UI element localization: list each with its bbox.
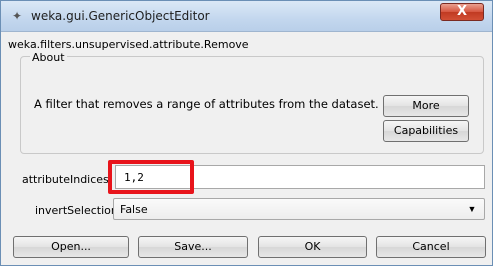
filter-class-name: weka.filters.unsupervised.attribute.Remo… xyxy=(8,38,249,51)
weka-bird-icon: ✦ xyxy=(11,9,23,23)
close-button[interactable]: X xyxy=(440,3,484,21)
chevron-down-icon: ▼ xyxy=(467,204,477,214)
cancel-button[interactable]: Cancel xyxy=(376,236,486,258)
capabilities-button[interactable]: Capabilities xyxy=(383,120,469,142)
title-bar[interactable]: ✦ weka.gui.GenericObjectEditor X xyxy=(1,1,492,32)
open-button[interactable]: Open... xyxy=(13,236,129,258)
ok-button[interactable]: OK xyxy=(258,236,367,258)
window-title: weka.gui.GenericObjectEditor xyxy=(31,9,210,23)
invert-selection-value: False xyxy=(120,203,148,216)
more-button[interactable]: More xyxy=(383,95,469,117)
invert-selection-label: invertSelection xyxy=(35,204,118,217)
about-description: A filter that removes a range of attribu… xyxy=(34,97,379,111)
close-icon: X xyxy=(456,4,468,19)
invert-selection-dropdown[interactable]: False ▼ xyxy=(113,198,485,220)
save-button[interactable]: Save... xyxy=(138,236,248,258)
attribute-indices-label: attributeIndices xyxy=(22,173,109,186)
about-legend: About xyxy=(30,51,67,64)
attribute-indices-highlight xyxy=(108,160,194,194)
